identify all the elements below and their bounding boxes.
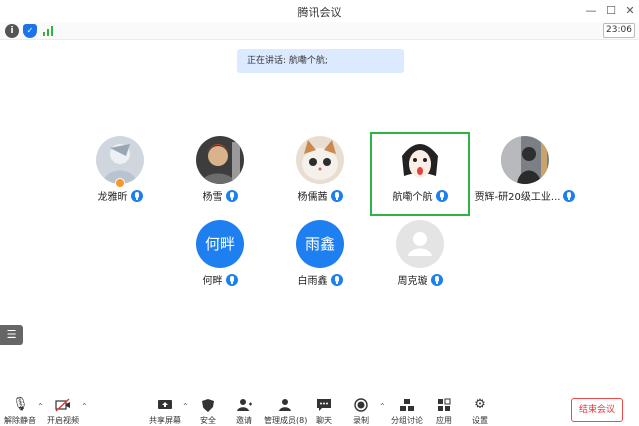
avatar	[296, 136, 344, 184]
avatar	[96, 136, 144, 184]
status-bar: i ✓ 23:06	[0, 22, 639, 40]
participant-tile[interactable]: 杨雪	[170, 132, 270, 216]
minimize-icon[interactable]: —	[583, 3, 599, 19]
participant-tile[interactable]: 杨儒茜	[270, 132, 370, 216]
record-button[interactable]: 录制	[341, 398, 381, 426]
apps-icon	[436, 398, 452, 412]
end-meeting-button[interactable]: 结束会议	[571, 398, 623, 422]
participant-tile[interactable]: 贾辉-研20级工业...	[470, 132, 580, 216]
title-bar: 腾讯会议 — ☐ ✕	[0, 0, 639, 22]
shield-icon[interactable]: ✓	[23, 24, 37, 38]
avatar	[501, 136, 549, 184]
close-icon[interactable]: ✕	[622, 3, 638, 19]
breakout-icon	[399, 398, 415, 412]
share-screen-icon	[157, 398, 173, 412]
shield-icon	[200, 398, 216, 412]
manage-members-button[interactable]: 管理成员(8)	[264, 398, 307, 426]
mic-icon	[435, 190, 448, 202]
bottom-toolbar: 🎙 解除静音 ⌃ 开启视频 ⌃ 共享屏幕 ⌃ 安全 邀请 管理成员(8) 聊天 …	[0, 392, 639, 426]
mic-icon	[330, 274, 343, 286]
participant-name: 航嘞个航	[392, 192, 433, 203]
host-badge	[115, 178, 125, 188]
avatar: 何畔	[196, 220, 244, 268]
participant-tile[interactable]: 龙雅昕	[70, 132, 170, 216]
participant-name: 周克璇	[397, 276, 428, 287]
settings-button[interactable]: ⚙ 设置	[460, 398, 500, 426]
avatar: 雨鑫	[296, 220, 344, 268]
mic-icon	[563, 190, 576, 202]
invite-button[interactable]: 邀请	[224, 398, 264, 426]
record-options-chevron-icon[interactable]: ⌃	[379, 402, 386, 411]
participant-tile[interactable]: 周克璇	[370, 216, 470, 300]
participant-name: 何畔	[202, 276, 223, 287]
share-screen-button[interactable]: 共享屏幕	[145, 398, 185, 426]
speaking-banner: 正在讲话: 航嘞个航;	[237, 49, 404, 73]
participant-name: 龙雅昕	[97, 192, 128, 203]
video-options-chevron-icon[interactable]: ⌃	[81, 402, 88, 411]
mic-icon	[330, 190, 343, 202]
participant-tile-active-speaker[interactable]: 航嘞个航	[370, 132, 470, 216]
participant-name: 杨儒茜	[297, 192, 328, 203]
mic-icon	[130, 190, 143, 202]
members-icon	[277, 398, 293, 412]
unmute-button[interactable]: 🎙 解除静音	[0, 398, 40, 426]
participant-tile[interactable]: 雨鑫 白雨鑫	[270, 216, 370, 300]
info-icon[interactable]: i	[5, 24, 19, 38]
default-avatar-icon	[396, 220, 444, 268]
gear-icon: ⚙	[474, 397, 486, 412]
breakout-button[interactable]: 分组讨论	[387, 398, 427, 426]
window-title: 腾讯会议	[297, 6, 342, 19]
chat-button[interactable]: 聊天	[304, 398, 344, 426]
mic-icon	[225, 190, 238, 202]
camera-off-icon	[55, 398, 71, 412]
avatar	[196, 136, 244, 184]
add-user-icon	[236, 398, 252, 412]
participant-name: 贾辉-研20级工业...	[474, 192, 561, 203]
apps-button[interactable]: 应用	[424, 398, 464, 426]
mic-muted-icon: 🎙	[12, 397, 29, 412]
record-icon	[353, 398, 369, 412]
mic-icon	[430, 274, 443, 286]
security-button[interactable]: 安全	[188, 398, 228, 426]
participant-list-toggle-icon[interactable]: ☰	[0, 325, 23, 345]
meeting-timer: 23:06	[603, 23, 635, 38]
chat-icon	[316, 398, 332, 412]
mic-icon	[225, 274, 238, 286]
maximize-icon[interactable]: ☐	[603, 3, 619, 19]
participant-tile[interactable]: 何畔 何畔	[170, 216, 270, 300]
signal-icon[interactable]	[41, 24, 55, 38]
participant-name: 杨雪	[202, 192, 223, 203]
participant-name: 白雨鑫	[297, 276, 328, 287]
avatar	[396, 136, 444, 184]
start-video-button[interactable]: 开启视频	[43, 398, 83, 426]
